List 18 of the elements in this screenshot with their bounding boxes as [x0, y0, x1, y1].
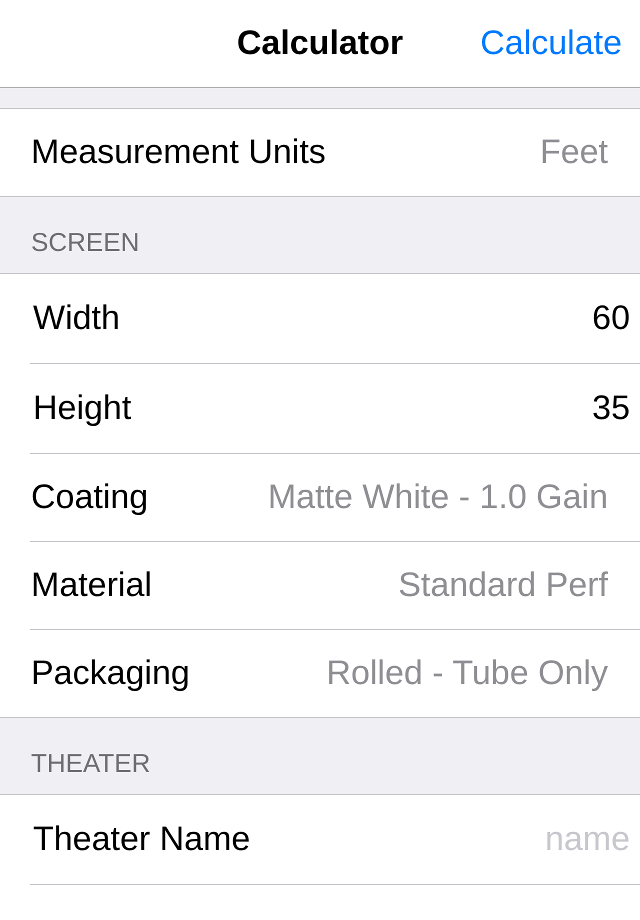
section-header: THEATER — [31, 748, 150, 779]
row-label: Measurement Units — [31, 133, 326, 172]
text-field[interactable]: name — [544, 820, 630, 859]
row-label: Material — [31, 566, 152, 605]
row-label: Width — [33, 299, 120, 338]
row-label: Theater Name — [33, 820, 250, 859]
row-label: Coating — [31, 478, 148, 517]
nav-title: Calculator — [236, 24, 404, 63]
row-label: Packaging — [31, 654, 190, 693]
row-label: Height — [33, 389, 132, 428]
calculate-button[interactable]: Calculate — [480, 24, 622, 63]
section-header: SCREEN — [31, 227, 140, 258]
picker-value[interactable]: Feet — [540, 133, 608, 172]
picker-value[interactable]: Standard Perf — [398, 566, 608, 605]
text-field[interactable]: 60 — [592, 299, 630, 338]
picker-value[interactable]: Matte White - 1.0 Gain — [268, 478, 608, 517]
picker-value[interactable]: Rolled - Tube Only — [326, 654, 608, 693]
text-field[interactable]: 35 — [592, 389, 630, 428]
